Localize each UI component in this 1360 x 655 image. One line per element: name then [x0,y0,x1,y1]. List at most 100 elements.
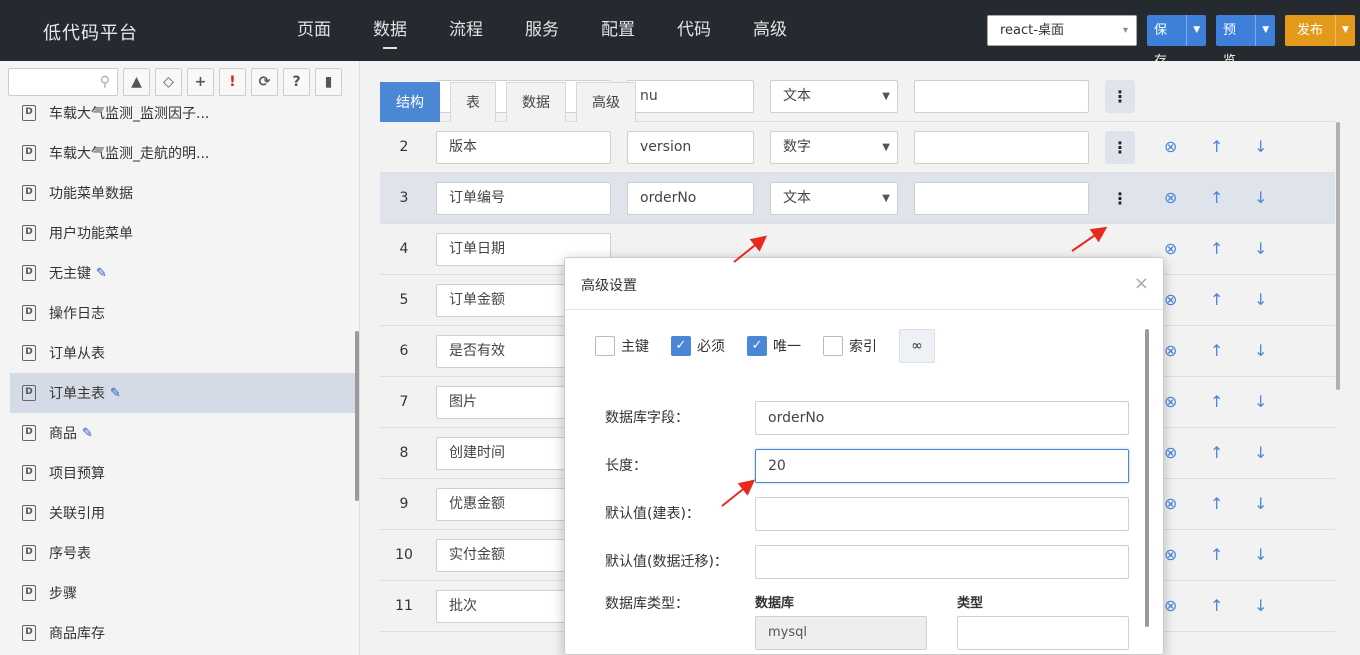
more-options-icon[interactable]: ⋮ [1105,182,1135,215]
comment-icon[interactable]: ▮ [315,68,342,96]
tree-item[interactable]: D 无主键 ✎ [10,253,355,293]
arrow-down-icon[interactable]: ↓ [1254,428,1267,478]
delete-icon[interactable]: ⊗ [1164,224,1177,274]
checkbox-box[interactable]: ✓ [747,336,767,356]
nav-item-5[interactable]: 代码 [656,0,732,61]
field-extra-input[interactable] [914,131,1089,164]
default-migrate-input[interactable] [755,545,1129,579]
tree-item[interactable]: D 序号表 [10,533,355,573]
delete-icon[interactable]: ⊗ [1164,581,1177,631]
tree-item[interactable]: D 用户功能菜单 [10,213,355,253]
db-field-input[interactable]: orderNo [755,401,1129,435]
field-name-input[interactable]: 版本 [436,131,611,164]
checkbox-0[interactable]: 主键 [595,336,649,356]
preview-button[interactable]: 预览 ▼ [1216,15,1275,69]
preview-dropdown-caret-icon[interactable]: ▼ [1255,15,1275,46]
arrow-up-icon[interactable]: ↑ [1210,530,1223,580]
arrow-down-icon[interactable]: ↓ [1254,581,1267,631]
tree-item[interactable]: D 功能菜单数据 [10,173,355,213]
help-icon[interactable]: ? [283,68,310,96]
delete-icon[interactable]: ⊗ [1164,275,1177,325]
field-code-input[interactable]: orderNo [627,182,754,215]
exclamation-icon[interactable]: ! [219,68,246,96]
tree-item[interactable]: D 项目预算 [10,453,355,493]
arrow-down-icon[interactable]: ↓ [1254,224,1267,274]
publish-dropdown-caret-icon[interactable]: ▼ [1335,15,1355,46]
delete-icon[interactable]: ⊗ [1164,326,1177,376]
refresh-icon[interactable]: ⟳ [251,68,278,96]
tree-item[interactable]: D 订单主表 ✎ [10,373,355,413]
arrow-down-icon[interactable]: ↓ [1254,530,1267,580]
field-type-select[interactable]: 文本 ▼ [770,80,898,113]
arrow-down-icon[interactable]: ↓ [1254,122,1267,172]
field-code-input[interactable]: version [627,131,754,164]
plus-icon[interactable]: + [187,68,214,96]
publish-button[interactable]: 发布 ▼ [1285,15,1355,46]
arrow-up-icon[interactable]: ↑ [1210,275,1223,325]
pencil-icon[interactable]: ✎ [96,266,107,281]
default-create-input[interactable] [755,497,1129,531]
length-input[interactable]: 20 [755,449,1129,483]
tree-item[interactable]: D 关联引用 [10,493,355,533]
tree-icon[interactable]: ▲ [123,68,150,96]
field-extra-input[interactable] [914,182,1089,215]
delete-icon[interactable]: ⊗ [1164,428,1177,478]
arrow-down-icon[interactable]: ↓ [1254,173,1267,223]
main-scrollbar[interactable] [1336,122,1340,390]
close-icon[interactable]: × [1134,273,1149,294]
tree-item[interactable]: D 订单从表 [10,333,355,373]
tree-item[interactable]: D 操作日志 [10,293,355,333]
arrow-up-icon[interactable]: ↑ [1210,122,1223,172]
arrow-up-icon[interactable]: ↑ [1210,326,1223,376]
delete-icon[interactable]: ⊗ [1164,377,1177,427]
tree-item[interactable]: D 车载大气监测_走航的明... [10,133,355,173]
checkbox-box[interactable]: ✓ [671,336,691,356]
pencil-icon[interactable]: ✎ [110,386,121,401]
checkbox-box[interactable] [823,336,843,356]
tab-2[interactable]: 数据 [506,82,566,122]
nav-item-0[interactable]: 页面 [276,0,352,61]
field-code-input[interactable]: nu [627,80,754,113]
tree-item[interactable]: D 商品库存 [10,613,355,653]
checkbox-box[interactable] [595,336,615,356]
more-options-icon[interactable]: ⋮ [1105,80,1135,113]
field-extra-input[interactable] [914,80,1089,113]
tree-item[interactable]: D 车载大气监测_监测因子... [10,93,355,133]
tree-item[interactable]: D 商品 ✎ [10,413,355,453]
table-row[interactable]: 2 版本 version 数字 ▼ ⋮ ⊗ ↑ ↓ [380,122,1335,173]
nav-item-1[interactable]: 数据 [352,0,428,61]
arrow-up-icon[interactable]: ↑ [1210,224,1223,274]
nav-item-6[interactable]: 高级 [732,0,808,61]
delete-icon[interactable]: ⊗ [1164,173,1177,223]
checkbox-2[interactable]: ✓ 唯一 [747,336,801,356]
sidebar-scrollbar[interactable] [355,331,359,501]
arrow-down-icon[interactable]: ↓ [1254,275,1267,325]
delete-icon[interactable]: ⊗ [1164,479,1177,529]
more-options-icon[interactable]: ⋮ [1105,131,1135,164]
sidebar-search-input[interactable]: ⚲ [8,68,118,96]
arrow-up-icon[interactable]: ↑ [1210,581,1223,631]
tag-icon[interactable]: ◇ [155,68,182,96]
checkbox-3[interactable]: 索引 [823,336,877,356]
nav-item-2[interactable]: 流程 [428,0,504,61]
db-type-input[interactable] [957,616,1129,650]
field-name-input[interactable]: 订单编号 [436,182,611,215]
field-type-select[interactable]: 文本 ▼ [770,182,898,215]
save-button[interactable]: 保存 ▼ [1147,15,1206,69]
arrow-up-icon[interactable]: ↑ [1210,479,1223,529]
save-dropdown-caret-icon[interactable]: ▼ [1186,15,1206,46]
dialog-scrollbar[interactable] [1145,329,1149,627]
arrow-down-icon[interactable]: ↓ [1254,326,1267,376]
checkbox-1[interactable]: ✓ 必须 [671,336,725,356]
environment-select[interactable]: react-桌面 ▾ [987,15,1137,46]
delete-icon[interactable]: ⊗ [1164,530,1177,580]
pencil-icon[interactable]: ✎ [82,426,93,441]
arrow-down-icon[interactable]: ↓ [1254,377,1267,427]
field-type-select[interactable]: 数字 ▼ [770,131,898,164]
arrow-up-icon[interactable]: ↑ [1210,428,1223,478]
arrow-down-icon[interactable]: ↓ [1254,479,1267,529]
delete-icon[interactable]: ⊗ [1164,122,1177,172]
table-row[interactable]: 3 订单编号 orderNo 文本 ▼ ⋮ ⊗ ↑ ↓ [380,173,1335,224]
arrow-up-icon[interactable]: ↑ [1210,377,1223,427]
tab-0[interactable]: 结构 [380,82,440,122]
